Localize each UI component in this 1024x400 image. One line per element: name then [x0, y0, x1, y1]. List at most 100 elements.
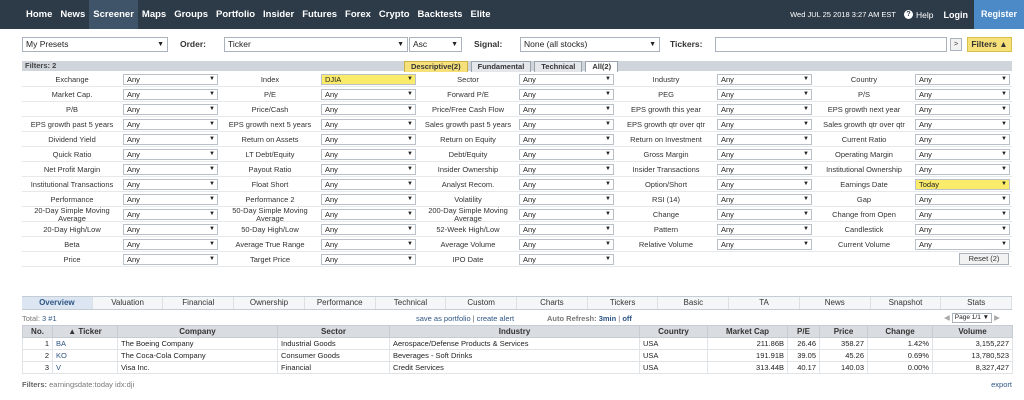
nav-item-crypto[interactable]: Crypto — [375, 0, 414, 29]
filter-select-payout-ratio[interactable]: Any ▼ — [321, 164, 416, 175]
filter-select-industry[interactable]: Any ▼ — [717, 74, 812, 85]
filter-select-relative-volume[interactable]: Any ▼ — [717, 239, 812, 250]
filter-select-gross-margin[interactable]: Any ▼ — [717, 149, 812, 160]
page-select[interactable]: Page 1/1 ▼ — [951, 312, 993, 323]
column-header-p-e[interactable]: P/E — [787, 325, 820, 338]
filter-select-rsi-14[interactable]: Any ▼ — [717, 194, 812, 205]
reset-filters-button[interactable]: Reset (2) — [959, 253, 1009, 265]
filter-select-performance[interactable]: Any ▼ — [123, 194, 218, 205]
nav-item-screener[interactable]: Screener — [89, 0, 138, 29]
filter-select-return-on-assets[interactable]: Any ▼ — [321, 134, 416, 145]
filter-select-current-volume[interactable]: Any ▼ — [915, 239, 1010, 250]
nav-item-groups[interactable]: Groups — [170, 0, 212, 29]
filter-select-float-short[interactable]: Any ▼ — [321, 179, 416, 190]
order-direction-select[interactable]: Asc ▼ — [409, 37, 462, 52]
filter-select-performance-2[interactable]: Any ▼ — [321, 194, 416, 205]
cell-ticker[interactable]: BA — [52, 337, 118, 350]
filter-select-country[interactable]: Any ▼ — [915, 74, 1010, 85]
view-tab-overview[interactable]: Overview — [22, 297, 93, 309]
filter-select-eps-growth-this-year[interactable]: Any ▼ — [717, 104, 812, 115]
column-header-volume[interactable]: Volume — [932, 325, 1013, 338]
filter-select-insider-ownership[interactable]: Any ▼ — [519, 164, 614, 175]
filter-select-current-ratio[interactable]: Any ▼ — [915, 134, 1010, 145]
column-header-sector[interactable]: Sector — [277, 325, 390, 338]
filters-toggle-button[interactable]: Filters ▲ — [967, 37, 1012, 52]
filter-select-institutional-transactions[interactable]: Any ▼ — [123, 179, 218, 190]
filter-select-ipo-date[interactable]: Any ▼ — [519, 254, 614, 265]
filter-select-change-from-open[interactable]: Any ▼ — [915, 209, 1010, 220]
filter-select-52-week-high-low[interactable]: Any ▼ — [519, 224, 614, 235]
column-header-change[interactable]: Change — [867, 325, 933, 338]
view-tab-tickers[interactable]: Tickers — [588, 297, 659, 309]
signal-select[interactable]: None (all stocks) ▼ — [520, 37, 660, 52]
filter-select-price-cash[interactable]: Any ▼ — [321, 104, 416, 115]
nav-item-forex[interactable]: Forex — [341, 0, 375, 29]
view-tab-basic[interactable]: Basic — [658, 297, 730, 309]
filter-select-eps-growth-past-5-years[interactable]: Any ▼ — [123, 119, 218, 130]
filter-select-lt-debt-equity[interactable]: Any ▼ — [321, 149, 416, 160]
filter-select-average-true-range[interactable]: Any ▼ — [321, 239, 416, 250]
nav-item-news[interactable]: News — [56, 0, 89, 29]
view-tab-custom[interactable]: Custom — [446, 297, 518, 309]
filter-select-eps-growth-next-5-years[interactable]: Any ▼ — [321, 119, 416, 130]
column-header-company[interactable]: Company — [117, 325, 278, 338]
filter-select-eps-growth-next-year[interactable]: Any ▼ — [915, 104, 1010, 115]
column-header-country[interactable]: Country — [639, 325, 708, 338]
view-tab-charts[interactable]: Charts — [517, 297, 588, 309]
filter-select-forward-p-e[interactable]: Any ▼ — [519, 89, 614, 100]
nav-item-maps[interactable]: Maps — [138, 0, 170, 29]
filter-select-change[interactable]: Any ▼ — [717, 209, 812, 220]
filter-select-sector[interactable]: Any ▼ — [519, 74, 614, 85]
filter-select-institutional-ownership[interactable]: Any ▼ — [915, 164, 1010, 175]
column-header-no[interactable]: No. — [22, 325, 53, 338]
view-tab-technical[interactable]: Technical — [376, 297, 447, 309]
export-link[interactable]: export — [991, 380, 1012, 389]
filter-select-volatility[interactable]: Any ▼ — [519, 194, 614, 205]
nav-item-elite[interactable]: Elite — [466, 0, 494, 29]
filter-select-eps-growth-qtr-over-qtr[interactable]: Any ▼ — [717, 119, 812, 130]
view-tab-news[interactable]: News — [800, 297, 871, 309]
table-row[interactable]: 3 V Visa Inc. Financial Credit Services USA 31… — [22, 361, 1013, 374]
filter-select-sales-growth-past-5-years[interactable]: Any ▼ — [519, 119, 614, 130]
filter-select-average-volume[interactable]: Any ▼ — [519, 239, 614, 250]
prev-page-icon[interactable]: ◀ — [944, 313, 950, 322]
filter-select-insider-transactions[interactable]: Any ▼ — [717, 164, 812, 175]
filter-select-return-on-investment[interactable]: Any ▼ — [717, 134, 812, 145]
save-portfolio-link[interactable]: save as portfolio — [416, 314, 471, 323]
cell-ticker[interactable]: V — [52, 361, 118, 374]
filter-tab-fundamental[interactable]: Fundamental — [470, 61, 532, 72]
filter-select-20-day-simple-moving-average[interactable]: Any ▼ — [123, 209, 218, 220]
column-header-market-cap[interactable]: Market Cap — [707, 325, 788, 338]
nav-item-backtests[interactable]: Backtests — [414, 0, 467, 29]
tickers-go-button[interactable]: > — [950, 38, 962, 51]
view-tab-stats[interactable]: Stats — [941, 297, 1013, 309]
order-select[interactable]: Ticker ▼ — [224, 37, 408, 52]
filter-select-analyst-recom[interactable]: Any ▼ — [519, 179, 614, 190]
column-header-ticker[interactable]: ▲ Ticker — [52, 325, 118, 338]
view-tab-performance[interactable]: Performance — [305, 297, 376, 309]
filter-select-pattern[interactable]: Any ▼ — [717, 224, 812, 235]
filter-select-target-price[interactable]: Any ▼ — [321, 254, 416, 265]
filter-select-debt-equity[interactable]: Any ▼ — [519, 149, 614, 160]
filter-select-quick-ratio[interactable]: Any ▼ — [123, 149, 218, 160]
filter-select-price-free-cash-flow[interactable]: Any ▼ — [519, 104, 614, 115]
filter-select-earnings-date[interactable]: Today ▼ — [915, 179, 1010, 190]
filter-select-200-day-simple-moving-average[interactable]: Any ▼ — [519, 209, 614, 220]
filter-select-50-day-simple-moving-average[interactable]: Any ▼ — [321, 209, 416, 220]
filter-select-index[interactable]: DJIA ▼ — [321, 74, 416, 85]
table-row[interactable]: 1 BA The Boeing Company Industrial Goods Aer… — [22, 337, 1013, 350]
filter-select-sales-growth-qtr-over-qtr[interactable]: Any ▼ — [915, 119, 1010, 130]
filter-tab-technical[interactable]: Technical — [534, 61, 583, 72]
column-header-price[interactable]: Price — [819, 325, 868, 338]
filter-select-net-profit-margin[interactable]: Any ▼ — [123, 164, 218, 175]
filter-select-dividend-yield[interactable]: Any ▼ — [123, 134, 218, 145]
filter-select-market-cap[interactable]: Any ▼ — [123, 89, 218, 100]
view-tab-ta[interactable]: TA — [729, 297, 800, 309]
filter-select-beta[interactable]: Any ▼ — [123, 239, 218, 250]
next-page-icon[interactable]: ▶ — [994, 313, 1000, 322]
login-link[interactable]: Login — [943, 10, 968, 20]
nav-item-futures[interactable]: Futures — [298, 0, 341, 29]
nav-item-portfolio[interactable]: Portfolio — [212, 0, 259, 29]
tickers-input[interactable] — [715, 37, 947, 52]
filter-select-p-b[interactable]: Any ▼ — [123, 104, 218, 115]
